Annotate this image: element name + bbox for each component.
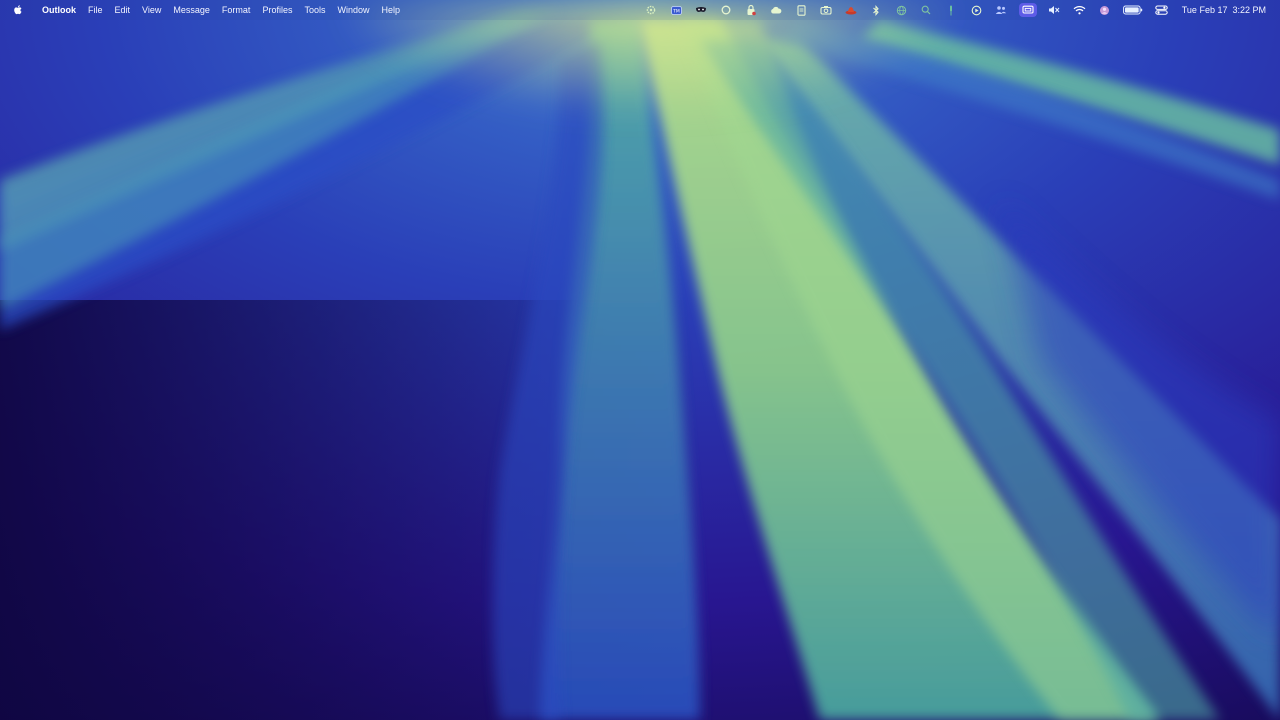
- svg-text:TM: TM: [672, 8, 680, 14]
- camera-icon[interactable]: [820, 4, 833, 17]
- menu-bar-status-area: TM Tue Feb 17 3:22 PM: [639, 0, 1280, 20]
- tm-badge-icon[interactable]: TM: [670, 4, 683, 17]
- desktop: Outlook File Edit View Message Format Pr…: [0, 0, 1280, 720]
- dropper-icon[interactable]: [945, 4, 958, 17]
- settings-gear-icon[interactable]: [645, 4, 658, 17]
- globe-icon[interactable]: [895, 4, 908, 17]
- menu-help[interactable]: Help: [375, 0, 406, 20]
- menu-message[interactable]: Message: [167, 0, 216, 20]
- control-center-icon[interactable]: [1155, 4, 1168, 17]
- menu-tools[interactable]: Tools: [298, 0, 331, 20]
- menu-bar-left: Outlook File Edit View Message Format Pr…: [0, 0, 406, 20]
- menu-view[interactable]: View: [136, 0, 167, 20]
- menu-edit[interactable]: Edit: [109, 0, 137, 20]
- menu-bar: Outlook File Edit View Message Format Pr…: [0, 0, 1280, 20]
- menu-window[interactable]: Window: [331, 0, 375, 20]
- mute-icon[interactable]: [1048, 4, 1061, 17]
- wallpaper: [0, 0, 1280, 720]
- wifi-icon[interactable]: [1073, 4, 1086, 17]
- menu-format[interactable]: Format: [216, 0, 257, 20]
- battery-icon[interactable]: [1122, 4, 1143, 17]
- clock-time: 3:22 PM: [1232, 5, 1266, 15]
- menu-bar-clock[interactable]: Tue Feb 17 3:22 PM: [1182, 5, 1266, 15]
- circle-status-icon[interactable]: [720, 4, 733, 17]
- clock-date: Tue Feb 17: [1181, 5, 1228, 15]
- mask-icon[interactable]: [695, 4, 708, 17]
- bluetooth-icon[interactable]: [870, 4, 883, 17]
- shield-lock-icon[interactable]: [745, 4, 758, 17]
- document-icon[interactable]: [795, 4, 808, 17]
- app-menu-outlook[interactable]: Outlook: [36, 0, 82, 20]
- cloud-sync-icon[interactable]: [770, 4, 783, 17]
- menu-file[interactable]: File: [82, 0, 109, 20]
- user-avatar-icon[interactable]: [1098, 4, 1111, 17]
- menu-profiles[interactable]: Profiles: [256, 0, 298, 20]
- search-icon[interactable]: [920, 4, 933, 17]
- apple-logo-icon[interactable]: [12, 3, 24, 17]
- play-circle-icon[interactable]: [970, 4, 983, 17]
- red-hat-icon[interactable]: [845, 4, 858, 17]
- screen-mirroring-icon[interactable]: [1018, 3, 1037, 17]
- people-icon[interactable]: [995, 4, 1008, 17]
